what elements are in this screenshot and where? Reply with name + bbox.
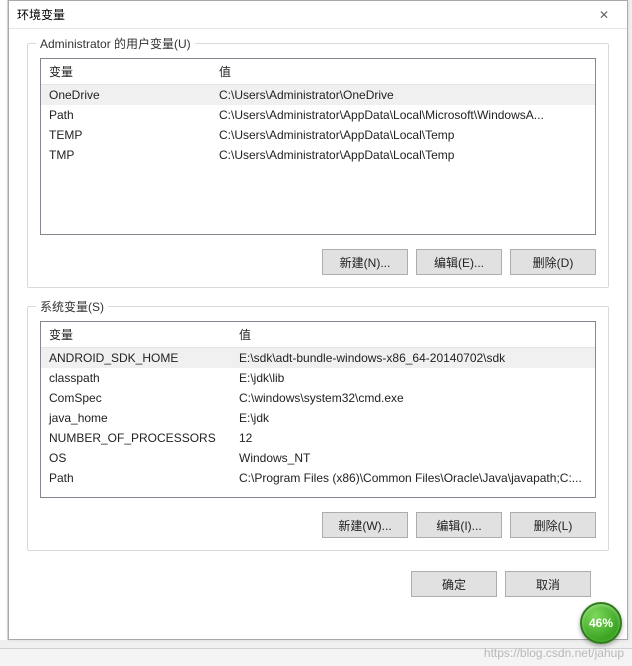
close-button[interactable]: ✕ [589, 4, 619, 26]
user-delete-button[interactable]: 删除(D) [510, 249, 596, 275]
table-row[interactable]: OS Windows_NT [41, 448, 595, 468]
background-tabstrip [0, 648, 632, 666]
var-value: C:\Users\Administrator\AppData\Local\Tem… [211, 145, 595, 165]
user-new-button[interactable]: 新建(N)... [322, 249, 408, 275]
var-value: C:\Users\Administrator\AppData\Local\Tem… [211, 125, 595, 145]
var-value: C:\Users\Administrator\OneDrive [211, 85, 595, 106]
system-buttons-row: 新建(W)... 编辑(I)... 删除(L) [40, 512, 596, 538]
system-vars-fieldset: 系统变量(S) 变量 值 ANDROID_SDK_HOME E:\sdk\adt… [27, 306, 609, 551]
table-row[interactable]: Path C:\Program Files (x86)\Common Files… [41, 468, 595, 488]
dialog-body: Administrator 的用户变量(U) 变量 值 OneDrive C:\… [9, 29, 627, 615]
user-col-value[interactable]: 值 [211, 59, 595, 85]
var-value: E:\sdk\adt-bundle-windows-x86_64-2014070… [231, 348, 595, 369]
var-name: java_home [41, 408, 231, 428]
table-row[interactable]: java_home E:\jdk [41, 408, 595, 428]
table-row[interactable]: ComSpec C:\windows\system32\cmd.exe [41, 388, 595, 408]
user-vars-fieldset: Administrator 的用户变量(U) 变量 值 OneDrive C:\… [27, 43, 609, 288]
system-col-value[interactable]: 值 [231, 322, 595, 348]
percent-badge[interactable]: 46% [580, 602, 622, 644]
var-value: 12 [231, 428, 595, 448]
var-name: TMP [41, 145, 211, 165]
system-edit-button[interactable]: 编辑(I)... [416, 512, 502, 538]
dialog-footer: 确定 取消 [27, 569, 609, 597]
table-row[interactable]: OneDrive C:\Users\Administrator\OneDrive [41, 85, 595, 106]
var-value: C:\Users\Administrator\AppData\Local\Mic… [211, 105, 595, 125]
var-name: ANDROID_SDK_HOME [41, 348, 231, 369]
var-name: Path [41, 105, 211, 125]
titlebar: 环境变量 ✕ [9, 1, 627, 29]
cancel-button[interactable]: 取消 [505, 571, 591, 597]
dialog-title: 环境变量 [17, 6, 65, 23]
user-col-variable[interactable]: 变量 [41, 59, 211, 85]
var-value: C:\Program Files (x86)\Common Files\Orac… [231, 468, 595, 488]
var-name: OneDrive [41, 85, 211, 106]
user-edit-button[interactable]: 编辑(E)... [416, 249, 502, 275]
background-panel-fragment [0, 0, 8, 640]
system-new-button[interactable]: 新建(W)... [322, 512, 408, 538]
system-vars-table-container[interactable]: 变量 值 ANDROID_SDK_HOME E:\sdk\adt-bundle-… [40, 321, 596, 498]
user-vars-legend: Administrator 的用户变量(U) [36, 35, 195, 52]
var-name: NUMBER_OF_PROCESSORS [41, 428, 231, 448]
var-name: ComSpec [41, 388, 231, 408]
table-row[interactable]: classpath E:\jdk\lib [41, 368, 595, 388]
table-row[interactable]: ANDROID_SDK_HOME E:\sdk\adt-bundle-windo… [41, 348, 595, 369]
var-value: C:\windows\system32\cmd.exe [231, 388, 595, 408]
table-row[interactable]: TEMP C:\Users\Administrator\AppData\Loca… [41, 125, 595, 145]
system-vars-legend: 系统变量(S) [36, 298, 108, 315]
user-vars-table: 变量 值 OneDrive C:\Users\Administrator\One… [41, 59, 595, 165]
percent-badge-value: 46% [589, 616, 613, 630]
var-name: classpath [41, 368, 231, 388]
var-name: TEMP [41, 125, 211, 145]
table-row[interactable]: NUMBER_OF_PROCESSORS 12 [41, 428, 595, 448]
var-value: E:\jdk [231, 408, 595, 428]
table-row[interactable]: Path C:\Users\Administrator\AppData\Loca… [41, 105, 595, 125]
var-value: Windows_NT [231, 448, 595, 468]
system-col-variable[interactable]: 变量 [41, 322, 231, 348]
var-value: E:\jdk\lib [231, 368, 595, 388]
var-name: Path [41, 468, 231, 488]
ok-button[interactable]: 确定 [411, 571, 497, 597]
user-buttons-row: 新建(N)... 编辑(E)... 删除(D) [40, 249, 596, 275]
system-vars-table: 变量 值 ANDROID_SDK_HOME E:\sdk\adt-bundle-… [41, 322, 595, 488]
user-vars-table-container[interactable]: 变量 值 OneDrive C:\Users\Administrator\One… [40, 58, 596, 235]
system-delete-button[interactable]: 删除(L) [510, 512, 596, 538]
close-icon: ✕ [599, 8, 609, 22]
env-vars-dialog: 环境变量 ✕ Administrator 的用户变量(U) 变量 值 [8, 0, 628, 640]
var-name: OS [41, 448, 231, 468]
table-row[interactable]: TMP C:\Users\Administrator\AppData\Local… [41, 145, 595, 165]
